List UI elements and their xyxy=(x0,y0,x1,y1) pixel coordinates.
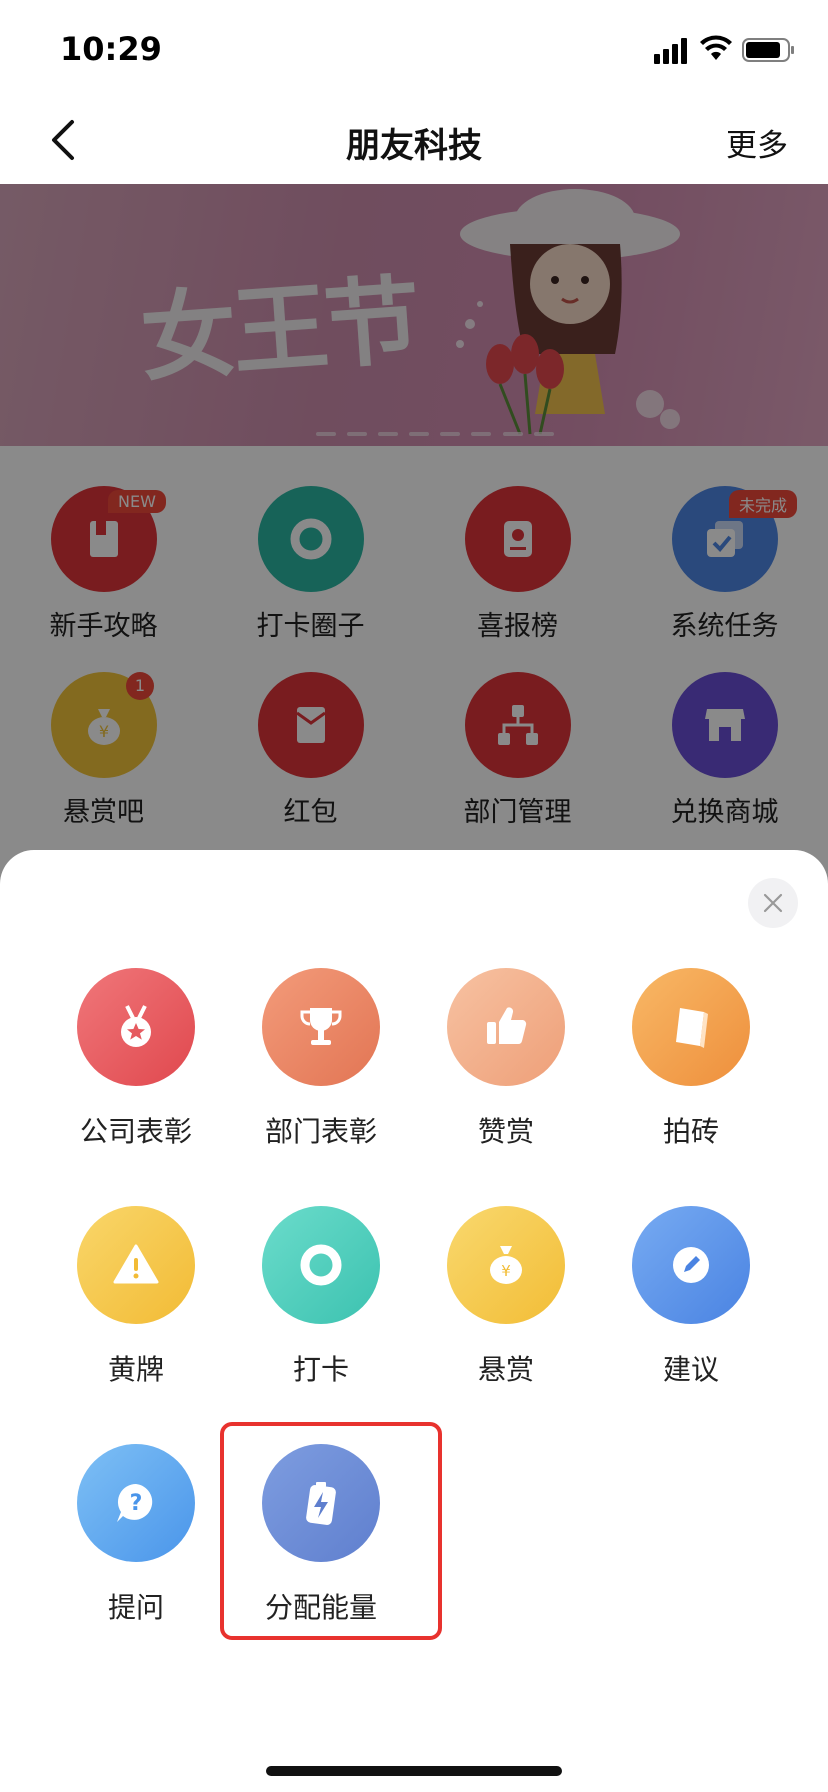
action-icon-bg xyxy=(262,1206,380,1324)
action-company-commendation[interactable]: 公司表彰 xyxy=(43,968,229,1168)
action-label: 黄牌 xyxy=(107,1353,164,1386)
action-label: 提问 xyxy=(107,1591,164,1624)
medal-icon xyxy=(121,1005,151,1047)
battery-icon xyxy=(742,38,794,62)
more-button[interactable]: 更多 xyxy=(726,120,788,165)
action-yellow-card[interactable]: 黄牌 xyxy=(43,1206,229,1406)
action-label: 赞赏 xyxy=(477,1115,534,1148)
action-icon-bg: ? xyxy=(77,1444,195,1562)
trophy-icon xyxy=(300,1008,342,1045)
action-criticize[interactable]: 拍砖 xyxy=(598,968,784,1168)
money-bag-icon: ¥ xyxy=(490,1246,522,1284)
action-icon-bg xyxy=(262,968,380,1086)
action-icon-bg xyxy=(447,968,565,1086)
question-icon: ? xyxy=(117,1484,153,1522)
highlight-frame xyxy=(220,1422,442,1640)
action-ask-question[interactable]: ? 提问 xyxy=(43,1444,229,1644)
pencil-icon xyxy=(673,1247,709,1283)
action-label: 公司表彰 xyxy=(79,1115,192,1148)
action-sheet: 公司表彰 部门表彰 赞赏 拍砖 黄牌 打卡 ¥ 悬赏 建议 ? 提问 分配能量 xyxy=(0,850,828,1792)
signal-icon xyxy=(654,38,687,64)
warning-icon xyxy=(113,1244,159,1284)
action-suggestion[interactable]: 建议 xyxy=(598,1206,784,1406)
ring-icon xyxy=(300,1244,342,1286)
action-icon-bg xyxy=(77,968,195,1086)
action-icon-bg xyxy=(632,968,750,1086)
action-label: 悬赏 xyxy=(477,1353,534,1386)
page-title: 朋友科技 xyxy=(346,126,482,166)
action-icon-bg xyxy=(77,1206,195,1324)
action-label: 打卡 xyxy=(292,1353,349,1386)
svg-text:?: ? xyxy=(130,1491,143,1516)
action-bounty[interactable]: ¥ 悬赏 xyxy=(413,1206,599,1406)
action-label: 部门表彰 xyxy=(264,1115,377,1148)
close-button[interactable] xyxy=(748,878,798,928)
status-bar: 10:29 xyxy=(0,0,828,96)
close-icon xyxy=(763,893,783,913)
action-label: 建议 xyxy=(662,1353,719,1386)
action-icon-bg: ¥ xyxy=(447,1206,565,1324)
action-checkin[interactable]: 打卡 xyxy=(228,1206,414,1406)
action-icon-bg xyxy=(632,1206,750,1324)
action-department-commendation[interactable]: 部门表彰 xyxy=(228,968,414,1168)
home-indicator xyxy=(266,1766,562,1776)
thumbs-up-icon xyxy=(487,1007,527,1045)
status-time: 10:29 xyxy=(60,30,162,68)
action-appreciate[interactable]: 赞赏 xyxy=(413,968,599,1168)
svg-text:¥: ¥ xyxy=(501,1262,511,1280)
nav-bar: 朋友科技 更多 xyxy=(0,96,828,184)
wifi-icon xyxy=(700,35,732,60)
action-label: 拍砖 xyxy=(662,1115,719,1148)
brick-icon xyxy=(676,1008,708,1048)
